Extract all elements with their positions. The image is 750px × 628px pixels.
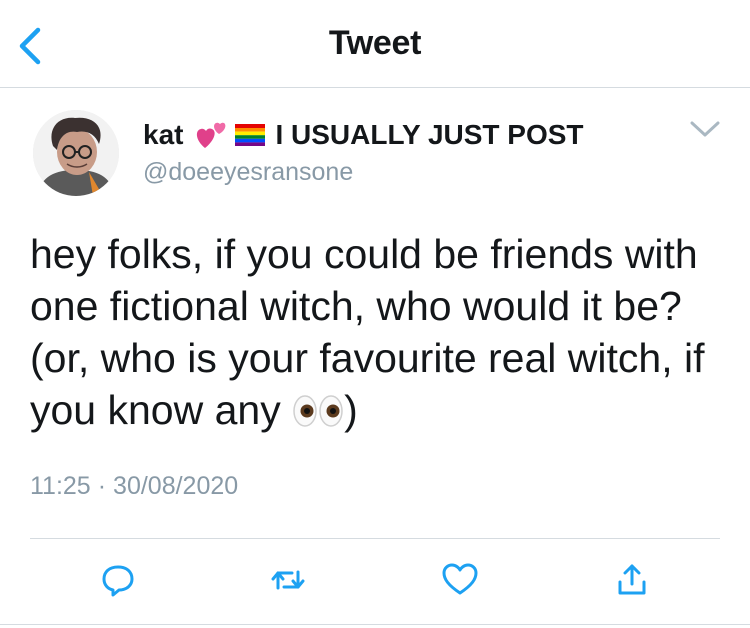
like-icon[interactable]: [440, 560, 480, 600]
tweet-time: 11:25: [30, 472, 91, 500]
eyes-icon: [292, 388, 344, 427]
avatar[interactable]: [33, 110, 119, 196]
chevron-down-icon[interactable]: [688, 118, 722, 140]
header-bar: Tweet: [0, 0, 750, 88]
retweet-icon[interactable]: [268, 560, 308, 600]
meta-separator: ·: [97, 472, 107, 500]
action-bar: [0, 560, 750, 606]
reply-icon[interactable]: [98, 560, 138, 600]
tweet-text-end: ): [344, 387, 358, 433]
share-icon[interactable]: [612, 560, 652, 600]
display-name: kat: [143, 119, 184, 150]
user-handle[interactable]: @doeeyesransone: [143, 158, 353, 187]
two-hearts-icon: [195, 120, 229, 150]
author-name-row[interactable]: kat I USUALLY JUST POST: [143, 115, 584, 155]
bottom-divider: [0, 624, 750, 625]
rainbow-flag-icon: [235, 124, 266, 146]
page-title: Tweet: [328, 24, 422, 62]
tweet-date: 30/08/2020: [113, 472, 239, 500]
tweet-timestamp: 11:25 · 30/08/2020: [30, 472, 238, 501]
tweet-text: hey folks, if you could be friends with …: [30, 228, 730, 436]
divider: [30, 538, 720, 539]
display-name-suffix: I USUALLY JUST POST: [275, 119, 584, 150]
tweet-text-main: hey folks, if you could be friends with …: [30, 231, 705, 433]
